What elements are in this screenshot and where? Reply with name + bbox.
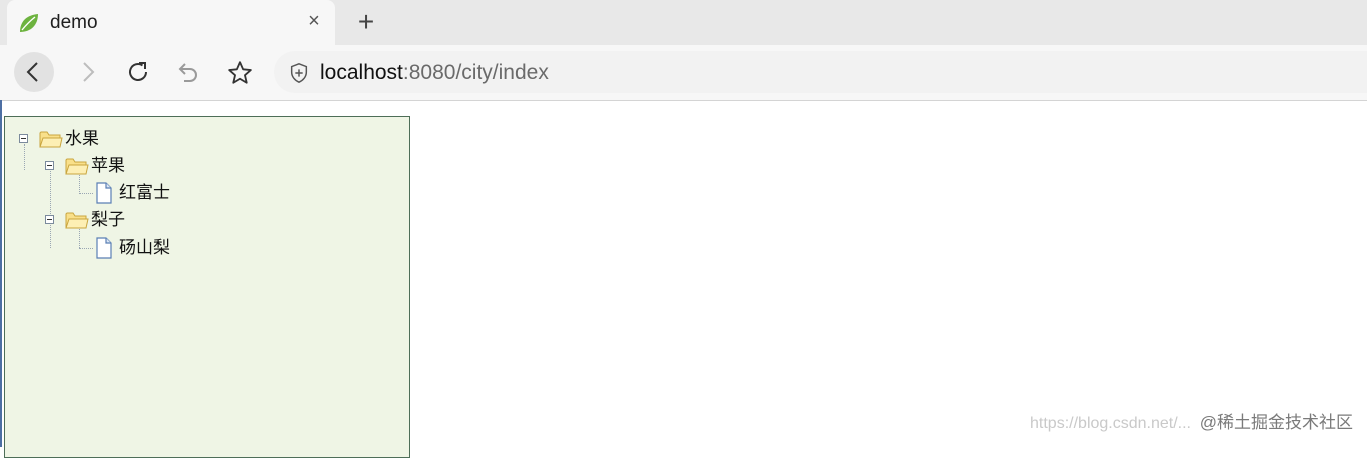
folder-open-icon <box>65 158 89 175</box>
new-tab-button[interactable]: + <box>353 8 379 36</box>
tree-node-fuji[interactable]: 红富士 <box>93 182 213 204</box>
tree-connector <box>79 193 93 194</box>
back-button[interactable] <box>14 52 54 92</box>
tree-node-label: 红富士 <box>119 183 170 202</box>
tab-strip: demo × + <box>0 0 1367 45</box>
reload-button[interactable] <box>118 52 158 92</box>
tree-connector <box>79 248 93 249</box>
tree-node-pear[interactable]: 梨子 <box>43 210 163 230</box>
browser-tab[interactable]: demo × <box>7 0 335 45</box>
browser-toolbar: localhost:8080/city/index <box>0 45 1367 101</box>
url-path: :8080/city/index <box>402 61 549 84</box>
undo-button[interactable] <box>168 52 208 92</box>
close-tab-icon[interactable]: × <box>303 10 325 32</box>
folder-open-icon <box>39 131 63 148</box>
collapse-toggle-icon[interactable] <box>45 215 54 224</box>
tree-panel: 水果 苹果 红富士 梨子 砀山梨 <box>4 116 410 458</box>
window-edge <box>0 100 2 447</box>
tree-node-fruit[interactable]: 水果 <box>17 129 137 149</box>
reload-icon <box>129 62 147 81</box>
folder-open-icon <box>65 212 89 229</box>
tree-node-apple[interactable]: 苹果 <box>43 156 163 176</box>
address-bar[interactable]: localhost:8080/city/index <box>274 51 1367 93</box>
forward-button[interactable] <box>67 52 107 92</box>
tab-title: demo <box>50 12 98 33</box>
watermark: https://blog.csdn.net/... @稀土掘金技术社区 <box>1030 408 1353 433</box>
spring-leaf-icon <box>17 11 41 35</box>
tree-node-label: 梨子 <box>91 210 125 229</box>
watermark-text: @稀土掘金技术社区 <box>1199 413 1353 432</box>
tree-node-label: 苹果 <box>91 156 125 175</box>
back-icon <box>26 62 38 82</box>
shield-icon[interactable] <box>288 62 310 84</box>
url-host: localhost <box>320 61 403 84</box>
watermark-url: https://blog.csdn.net/... <box>1030 415 1191 432</box>
undo-icon <box>178 63 197 82</box>
forward-icon <box>83 62 95 82</box>
url-text[interactable]: localhost:8080/city/index <box>320 61 549 85</box>
tree-node-label: 水果 <box>65 129 99 148</box>
star-icon <box>228 61 252 84</box>
tree-node-dangshan-pear[interactable]: 砀山梨 <box>93 237 213 259</box>
file-icon <box>96 237 112 259</box>
tree-node-label: 砀山梨 <box>119 238 170 257</box>
collapse-toggle-icon[interactable] <box>19 134 28 143</box>
collapse-toggle-icon[interactable] <box>45 161 54 170</box>
bookmark-button[interactable] <box>219 52 259 92</box>
file-icon <box>96 182 112 204</box>
